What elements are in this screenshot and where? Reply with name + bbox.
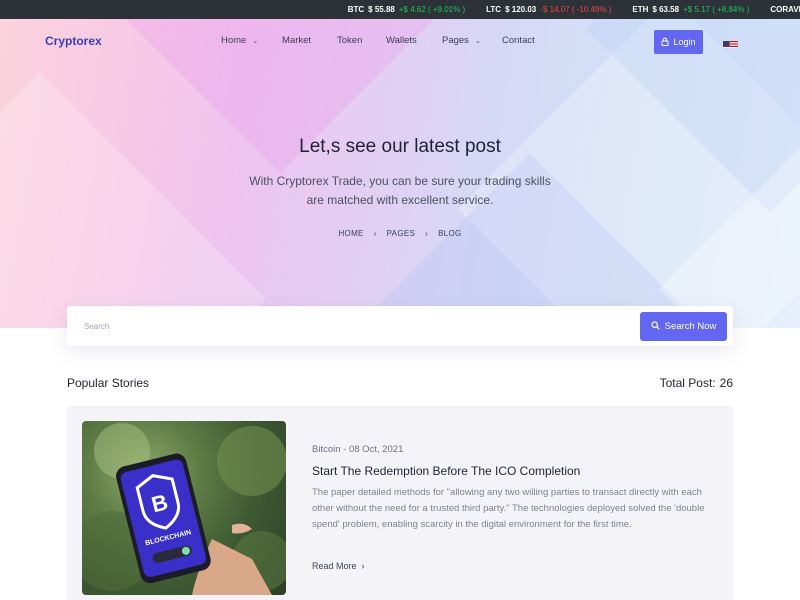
read-more-label: Read More bbox=[312, 561, 357, 571]
post-excerpt: The paper detailed methods for "allowing… bbox=[312, 487, 705, 530]
search-input[interactable] bbox=[84, 319, 624, 333]
ticker-price: $ 63.58 bbox=[652, 5, 680, 14]
login-label: Login bbox=[673, 37, 696, 47]
ticker-symbol: BTC bbox=[347, 5, 365, 14]
ticker-symbol: LTC bbox=[486, 5, 502, 14]
us-flag-icon[interactable] bbox=[723, 38, 738, 48]
ticker-change: +$ 5.17 ( +8.84% ) bbox=[683, 5, 750, 14]
total-post-count: Total Post: 26 bbox=[660, 376, 733, 390]
chevron-down-icon: ⌄ bbox=[474, 37, 481, 45]
chevron-right-icon: › bbox=[425, 229, 429, 238]
breadcrumb: HOME › PAGES › BLOG bbox=[0, 229, 800, 238]
ticker-price: $ 55.88 bbox=[368, 5, 395, 14]
chevron-right-icon: › bbox=[361, 561, 365, 571]
nav-item-label: Contact bbox=[502, 35, 535, 46]
nav-item-market[interactable]: Market bbox=[282, 35, 311, 46]
ticker-item-corave: CORAVE bbox=[770, 5, 800, 14]
nav-item-label: Market bbox=[282, 35, 312, 46]
search-button-label: Search Now bbox=[664, 321, 717, 332]
nav-item-label: Pages bbox=[442, 35, 469, 46]
ticker-symbol: CORAVE bbox=[770, 5, 800, 14]
subtitle-line: With Cryptorex Trade, you can be sure yo… bbox=[249, 174, 551, 188]
nav-item-wallets[interactable]: Wallets bbox=[386, 35, 417, 46]
section-title: Popular Stories bbox=[67, 376, 150, 390]
chevron-down-icon: ⌄ bbox=[252, 37, 259, 45]
breadcrumb-pages[interactable]: PAGES bbox=[387, 229, 415, 238]
nav-item-label: Token bbox=[337, 35, 363, 46]
nav-item-label: Wallets bbox=[386, 35, 417, 46]
ticker-item-ltc: LTC $ 120.03 -$ 14.07 ( -10.49% ) bbox=[486, 5, 611, 14]
price-ticker: BTC $ 55.88 +$ 4.62 ( +9.01% ) LTC $ 120… bbox=[0, 0, 800, 19]
nav-item-pages[interactable]: Pages ⌄ bbox=[442, 35, 481, 46]
chevron-right-icon: › bbox=[373, 229, 377, 238]
post-image[interactable]: B BLOCKCHAIN bbox=[82, 421, 286, 595]
ticker-change: -$ 14.07 ( -10.49% ) bbox=[540, 5, 612, 14]
lock-icon bbox=[661, 37, 669, 48]
read-more-link[interactable]: Read More › bbox=[312, 561, 365, 571]
nav-item-contact[interactable]: Contact bbox=[502, 35, 535, 46]
ticker-price: $ 120.03 bbox=[505, 5, 537, 14]
page-title: Let,s see our latest post bbox=[299, 136, 501, 157]
search-bar bbox=[67, 306, 733, 346]
total-label: Total Post: bbox=[659, 376, 716, 390]
ticker-symbol: ETH bbox=[632, 5, 649, 14]
breadcrumb-blog: BLOG bbox=[438, 229, 462, 238]
nav-item-label: Home bbox=[221, 35, 247, 46]
ticker-change: +$ 4.62 ( +9.01% ) bbox=[398, 5, 466, 14]
post-meta: Bitcoin - 08 Oct, 2021 bbox=[312, 444, 404, 455]
ticker-item-eth: ETH $ 63.58 +$ 5.17 ( +8.84% ) bbox=[632, 5, 749, 14]
search-icon bbox=[651, 320, 660, 333]
login-button[interactable]: Login bbox=[654, 30, 703, 54]
nav-item-token[interactable]: Token bbox=[337, 35, 362, 46]
total-value: 26 bbox=[719, 376, 733, 390]
post-title[interactable]: Start The Redemption Before The ICO Comp… bbox=[312, 464, 580, 478]
search-now-button[interactable]: Search Now bbox=[640, 312, 727, 341]
page-subtitle: With Cryptorex Trade, you can be sure yo… bbox=[230, 172, 570, 210]
subtitle-line: are matched with excellent service. bbox=[306, 193, 494, 207]
breadcrumb-home[interactable]: HOME bbox=[338, 229, 363, 238]
ticker-item-btc: BTC $ 55.88 +$ 4.62 ( +9.01% ) bbox=[348, 5, 465, 14]
nav-item-home[interactable]: Home ⌄ bbox=[221, 35, 258, 46]
